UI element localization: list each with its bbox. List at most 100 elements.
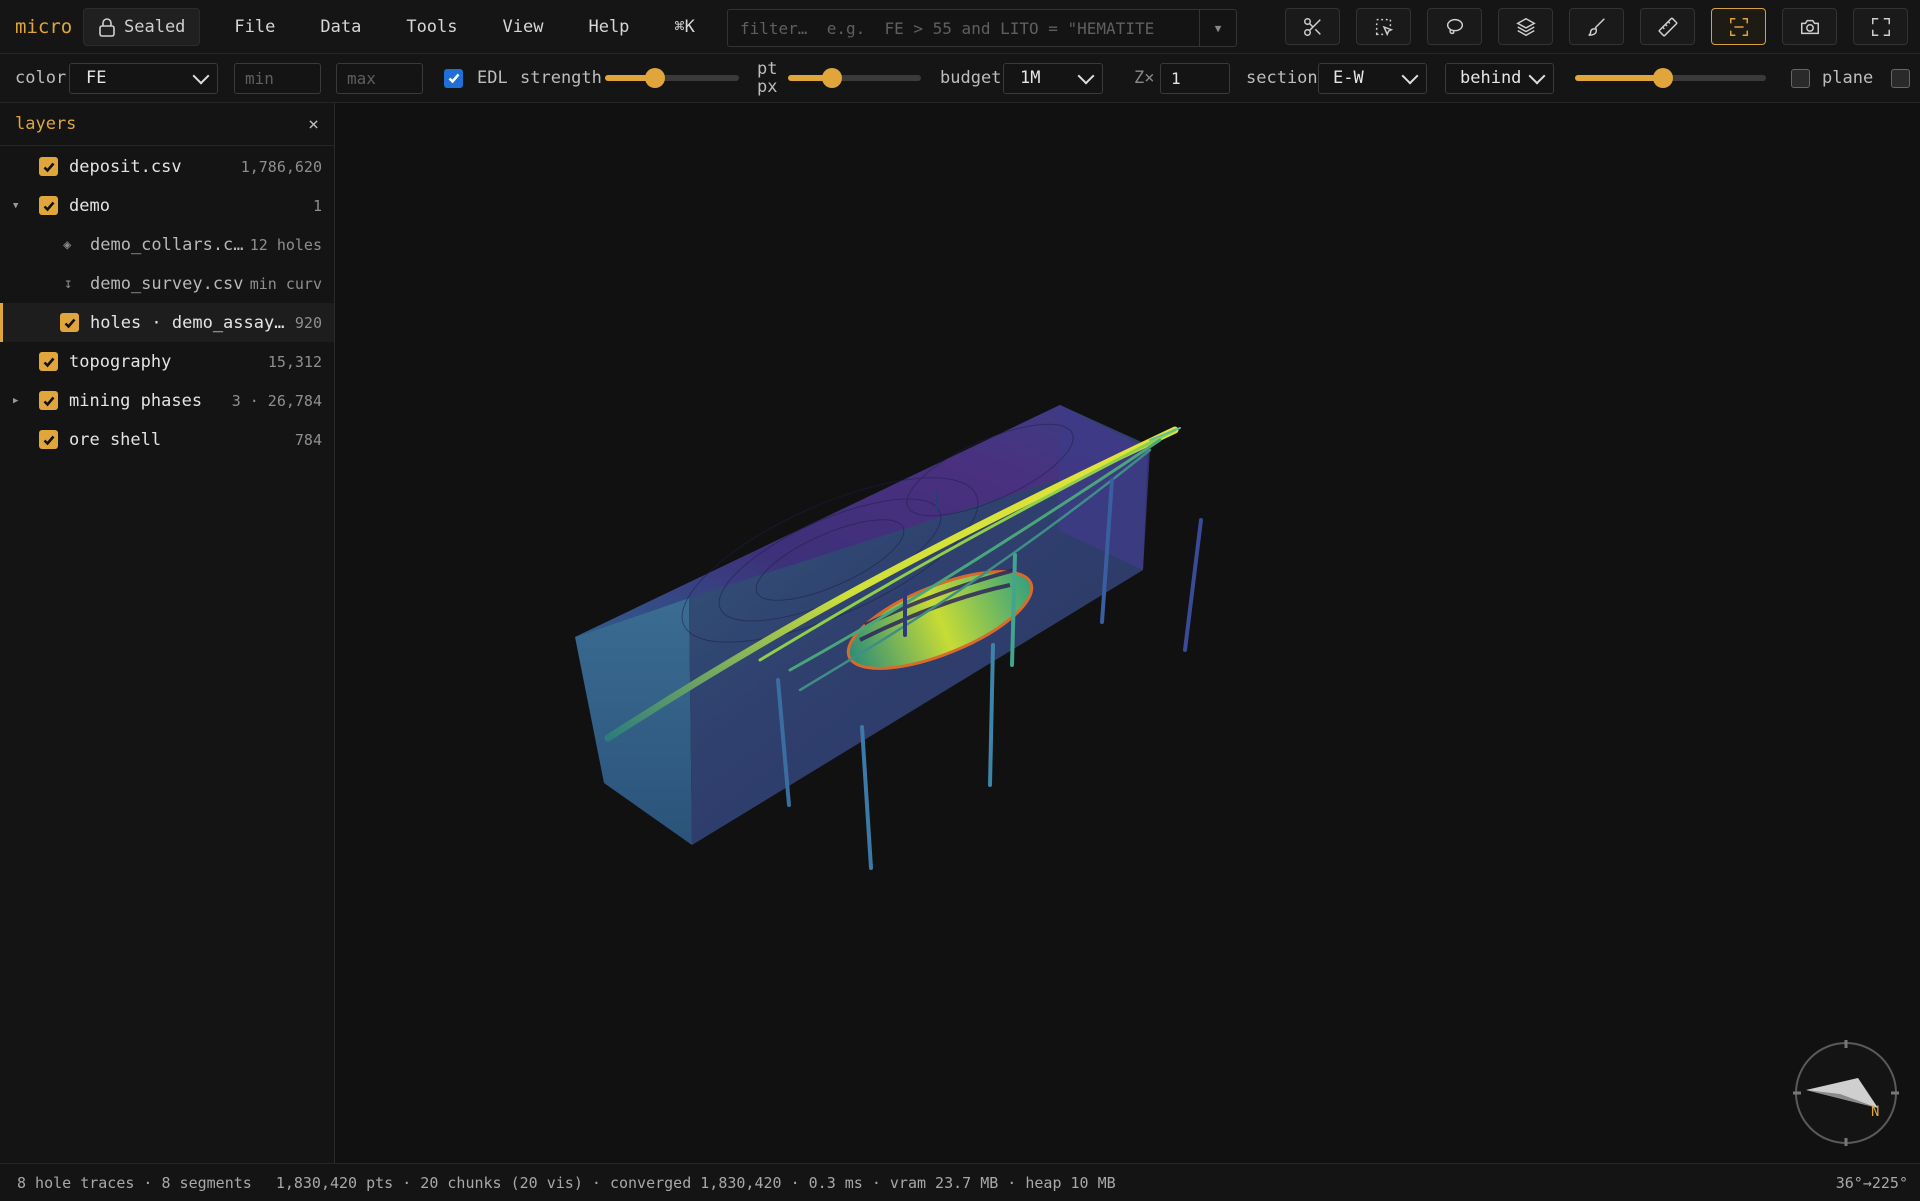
layer-name: holes · demo_assay…: [90, 312, 285, 333]
section-direction-value: E-W: [1333, 68, 1364, 88]
z-exaggeration-label: Z×: [1134, 68, 1155, 88]
layer-row-mining-phases[interactable]: ▶ mining phases 3 · 26,784: [0, 381, 334, 420]
pt-label: pt: [757, 59, 778, 79]
menu-view[interactable]: View: [483, 17, 569, 37]
edl-label: EDL: [477, 68, 508, 88]
check-icon: [43, 357, 54, 367]
section-frame-icon: [1729, 17, 1748, 36]
min-input[interactable]: [234, 62, 321, 94]
layers-tool[interactable]: [1498, 8, 1553, 45]
main-menu: File Data Tools View Help ⌘K: [214, 17, 719, 37]
slider-thumb[interactable]: [644, 68, 665, 88]
filter-input[interactable]: [728, 17, 1199, 39]
close-icon[interactable]: ×: [308, 114, 319, 135]
brush-icon: [1587, 17, 1605, 36]
color-attribute-value: FE: [86, 68, 107, 88]
color-label: color: [15, 68, 67, 88]
layers-stack-icon: [1515, 17, 1536, 36]
layer-name: demo_survey.csv: [90, 273, 244, 294]
layer-count: min curv: [249, 274, 322, 293]
chevron-down-icon: [1077, 67, 1095, 84]
layer-count: 784: [294, 430, 322, 449]
layer-name: ore shell: [69, 429, 162, 450]
section-mode-select[interactable]: behind: [1445, 62, 1554, 94]
clip-tool[interactable]: [1285, 8, 1340, 45]
edl-checkbox[interactable]: [444, 68, 463, 88]
layer-count: 15,312: [267, 352, 322, 371]
layer-row-demo-collars[interactable]: ◈ demo_collars.c… 12 holes: [0, 225, 334, 264]
layers-header: layers ×: [0, 103, 334, 146]
section-tool[interactable]: [1711, 8, 1766, 45]
compass-north-label: N: [1871, 1104, 1879, 1120]
collapse-arrow-icon[interactable]: ▶: [13, 396, 18, 406]
scissors-icon: [1303, 17, 1321, 36]
sealed-button[interactable]: Sealed: [83, 7, 201, 46]
orientation-compass[interactable]: N: [1793, 1040, 1899, 1146]
render-toolbar: color FE EDL strength pt px budget 1M Z×…: [0, 54, 1920, 103]
budget-select[interactable]: 1M: [1003, 62, 1103, 94]
3d-viewport[interactable]: N: [335, 103, 1920, 1163]
lasso-tool[interactable]: [1427, 8, 1482, 45]
layers-title: layers: [15, 114, 77, 134]
point-cloud-scene[interactable]: N: [335, 103, 1920, 1163]
check-icon: [448, 73, 459, 84]
px-label: px: [757, 77, 778, 97]
check-icon: [43, 201, 54, 211]
layer-count: 3 · 26,784: [231, 391, 322, 410]
strength-slider[interactable]: [605, 68, 739, 88]
point-size-slider[interactable]: [788, 68, 921, 88]
layer-row-holes[interactable]: holes · demo_assay… 920: [0, 303, 334, 342]
chevron-down-icon: [1401, 67, 1419, 84]
layer-checkbox[interactable]: [39, 391, 58, 410]
chevron-down-icon: [1528, 67, 1546, 84]
expand-arrow-icon[interactable]: ▼: [13, 201, 18, 211]
menu-tools[interactable]: Tools: [386, 17, 482, 37]
layer-name: deposit.csv: [69, 156, 182, 177]
layer-row-deposit[interactable]: deposit.csv 1,786,620: [0, 147, 334, 186]
top-menu-bar: micro Sealed File Data Tools View Help ⌘…: [0, 0, 1920, 54]
layer-row-ore-shell[interactable]: ore shell 784: [0, 420, 334, 459]
menu-file[interactable]: File: [214, 17, 300, 37]
layer-row-topography[interactable]: topography 15,312: [0, 342, 334, 381]
paint-tool[interactable]: [1569, 8, 1624, 45]
status-bar: 8 hole traces · 8 segments 1,830,420 pts…: [0, 1163, 1920, 1201]
box-select-tool[interactable]: [1356, 8, 1411, 45]
check-icon: [64, 318, 75, 328]
check-icon: [43, 162, 54, 172]
layer-checkbox[interactable]: [39, 352, 58, 371]
section-position-slider[interactable]: [1575, 68, 1766, 88]
menu-data[interactable]: Data: [300, 17, 386, 37]
slider-thumb[interactable]: [821, 68, 842, 88]
check-icon: [43, 396, 54, 406]
layer-checkbox[interactable]: [39, 430, 58, 449]
ruler-icon: [1658, 17, 1677, 36]
camera-icon: [1800, 19, 1819, 34]
layer-row-demo[interactable]: ▼ demo 1: [0, 186, 334, 225]
filter-dropdown-button[interactable]: ▼: [1199, 10, 1236, 46]
plane-checkbox[interactable]: [1791, 68, 1810, 88]
fullscreen-tool[interactable]: [1853, 8, 1908, 45]
z-exaggeration-input[interactable]: [1160, 62, 1230, 94]
box-select-icon: [1375, 18, 1393, 36]
layer-name: topography: [69, 351, 172, 372]
layer-row-demo-survey[interactable]: ↧ demo_survey.csv min curv: [0, 264, 334, 303]
color-attribute-select[interactable]: FE: [69, 62, 218, 94]
measure-tool[interactable]: [1640, 8, 1695, 45]
sealed-label: Sealed: [124, 16, 186, 37]
layer-checkbox[interactable]: [39, 196, 58, 215]
slider-thumb[interactable]: [1652, 68, 1673, 88]
section-direction-select[interactable]: E-W: [1318, 62, 1427, 94]
layer-checkbox[interactable]: [39, 157, 58, 176]
layer-checkbox[interactable]: [60, 313, 79, 332]
extra-checkbox[interactable]: [1891, 68, 1910, 88]
max-input[interactable]: [336, 62, 423, 94]
command-palette-shortcut[interactable]: ⌘K: [654, 17, 719, 37]
menu-help[interactable]: Help: [568, 17, 654, 37]
strength-label: strength: [520, 68, 602, 88]
screenshot-tool[interactable]: [1782, 8, 1837, 45]
layer-name: demo_collars.c…: [90, 234, 244, 255]
section-mode-value: behind: [1460, 68, 1522, 88]
status-hole-traces: 8 hole traces · 8 segments: [17, 1173, 252, 1192]
layer-count: 1,786,620: [240, 157, 322, 176]
layer-name: demo: [69, 195, 110, 216]
